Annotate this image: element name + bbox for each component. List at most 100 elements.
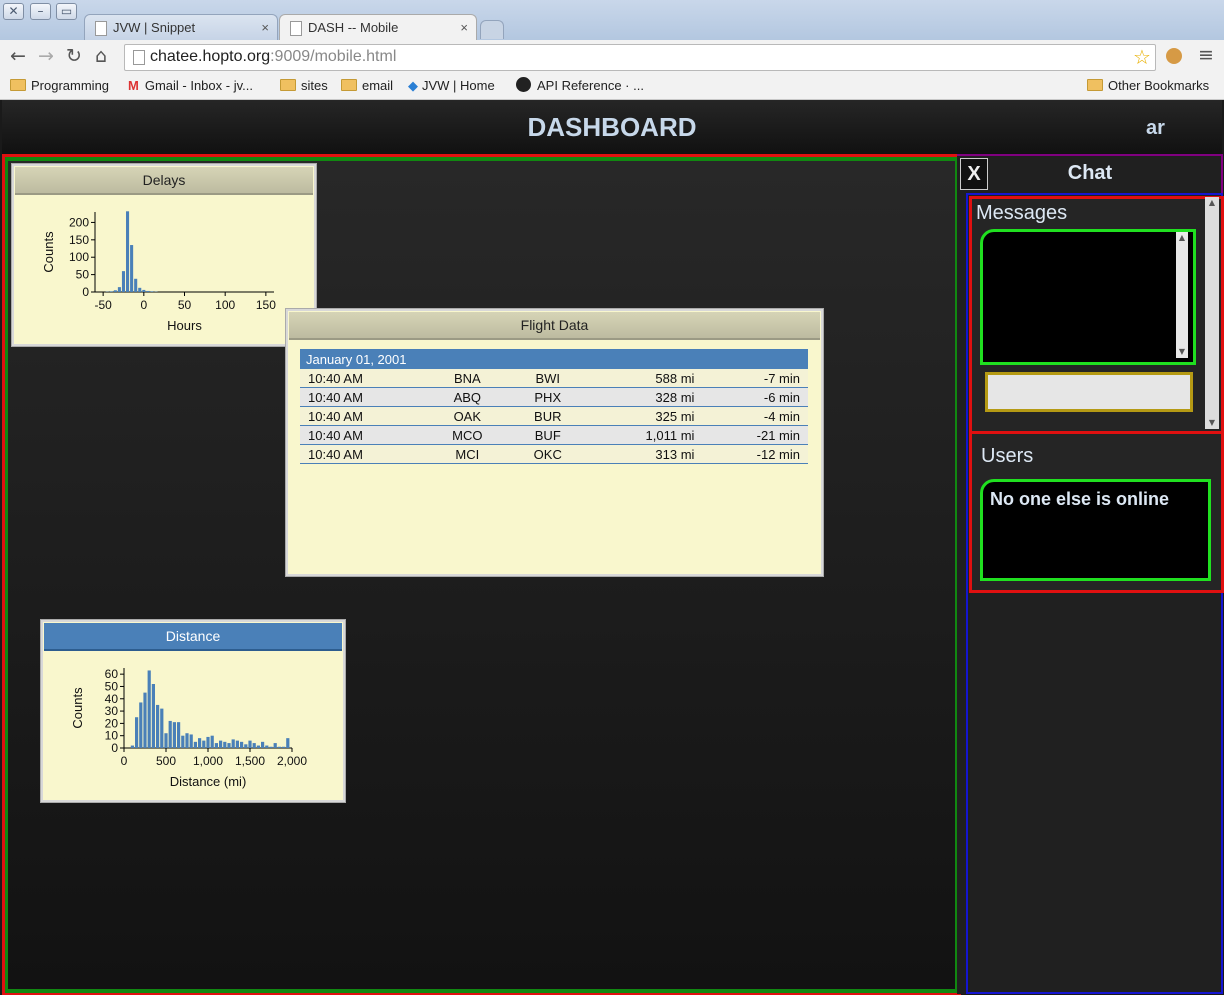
x-tick-label: 150 [256,298,276,312]
page-icon [290,21,302,36]
x-tick-label: 0 [140,298,147,312]
delays-histogram: 0 50 100 150 200 -50 0 50 100 150 Hours Counts [41,211,276,333]
bookmark-programming[interactable]: Programming [10,77,109,95]
histogram-bar [202,740,206,748]
bookmark-sites[interactable]: sites [280,77,328,95]
close-icon[interactable]: × [460,15,468,41]
x-tick-label: 1,500 [235,754,265,768]
y-tick-label: 0 [82,285,89,299]
bookmark-gmail[interactable]: M Gmail - Inbox - jv... [128,77,253,95]
histogram-bar [181,735,185,748]
x-tick-label: 1,000 [193,754,223,768]
reload-icon[interactable]: ↻ [66,45,82,67]
window-minimize-button[interactable]: – [30,3,51,20]
back-arrow-icon[interactable]: ← [10,45,26,67]
cell-distance: 313 mi [587,444,703,464]
bookmark-other[interactable]: Other Bookmarks [1087,77,1209,95]
message-input[interactable] [985,372,1193,412]
url-host: chatee.hopto.org [150,48,271,65]
url-text: chatee.hopto.org:9009/mobile.html [150,48,396,66]
messages-list[interactable] [980,229,1196,365]
home-icon[interactable]: ⌂ [95,45,107,67]
scroll-up-icon[interactable]: ▲ [1176,232,1188,244]
scroll-down-icon[interactable]: ▼ [1206,417,1218,429]
widget-title[interactable]: Distance [44,623,342,651]
histogram-bar [223,741,227,748]
close-icon[interactable]: × [261,15,269,41]
cell-time: 10:40 AM [300,387,427,407]
widget-title[interactable]: Delays [15,167,313,195]
gmail-icon: M [128,78,139,93]
scroll-down-icon[interactable]: ▼ [1176,346,1188,358]
bookmark-email[interactable]: email [341,77,393,95]
histogram-bar [143,692,147,748]
messages-label: Messages [976,202,1068,224]
bookmark-jvw-home[interactable]: ◆ JVW | Home [408,77,495,95]
tab-label: DASH -- Mobile [308,20,399,35]
y-tick-label: 10 [105,729,119,743]
folder-icon [280,79,296,91]
github-icon [516,77,531,92]
axes: 0 50 100 150 200 -50 0 50 100 150 [69,212,276,312]
flight-data-widget[interactable]: Flight Data January 01, 2001 10:40 AM BNA… [285,308,824,577]
delays-widget[interactable]: Delays 0 50 100 150 200 -50 0 50 100 150 Hours Coun… [11,163,317,347]
star-icon[interactable]: ☆ [1133,45,1151,69]
table-row[interactable]: 10:40 AM MCO BUF 1,011 mi -21 min [300,425,808,445]
cell-origin: MCO [426,425,509,445]
distance-histogram: 0102030405060 0 500 1,000 1,500 2,000 Distance… [70,667,307,789]
histogram-bar [150,291,154,292]
bookmark-api-reference[interactable]: API Reference · ... [516,77,644,95]
table-row[interactable]: 10:40 AM BNA BWI 588 mi -7 min [300,369,808,388]
users-label: Users [981,445,1034,467]
table-row[interactable]: 10:40 AM OAK BUR 325 mi -4 min [300,406,808,426]
y-tick-label: 60 [105,667,119,681]
cell-origin: BNA [426,369,509,388]
histogram-bar [219,740,223,748]
cell-distance: 1,011 mi [587,425,703,445]
chat-close-button[interactable]: X [960,158,988,190]
histogram-bar [277,746,281,748]
new-tab-button[interactable] [480,20,504,39]
page-title: DASHBOARD [527,112,697,142]
x-axis-label: Hours [167,318,202,333]
histogram-bar [227,743,231,748]
forward-arrow-icon[interactable]: → [38,45,54,67]
y-tick-label: 150 [69,233,89,247]
histogram-bar [109,291,113,292]
histogram-bar [273,743,277,748]
histogram-bar [130,745,134,748]
tab-jvw-snippet[interactable]: JVW | Snippet × [84,14,278,41]
table-row[interactable]: 10:40 AM MCI OKC 313 mi -12 min [300,444,808,464]
y-tick-label: 40 [105,692,119,706]
chat-scrollbar[interactable]: ▲ ▼ [1205,197,1219,429]
bookmark-label: Programming [31,78,110,93]
x-tick-label: 2,000 [277,754,307,768]
table-row[interactable]: 10:40 AM ABQ PHX 328 mi -6 min [300,387,808,407]
cookie-icon[interactable] [1166,48,1182,64]
address-bar[interactable]: chatee.hopto.org:9009/mobile.html [124,44,1156,71]
bookmark-label: sites [301,78,328,93]
cell-dest: OKC [508,444,588,464]
user-name[interactable]: ar [1146,117,1165,140]
widget-title[interactable]: Flight Data [289,312,820,340]
histogram-bar [189,734,193,748]
cell-dest: BUF [508,425,588,445]
tab-dash-mobile[interactable]: DASH -- Mobile × [279,14,477,41]
cell-delay: -7 min [702,369,808,388]
bookmark-label: Other Bookmarks [1108,78,1210,93]
users-empty-message: No one else is online [990,489,1170,509]
histogram-bar [193,741,197,748]
histogram-bar [113,290,117,292]
window-maximize-button[interactable]: ▭ [56,3,77,20]
histogram-bar [261,741,265,748]
messages-scrollbar[interactable]: ▲ ▼ [1176,232,1188,358]
window-close-button[interactable]: ✕ [3,3,24,20]
tab-label: JVW | Snippet [113,20,196,35]
x-tick-label: 100 [215,298,235,312]
histogram-bar [135,717,139,748]
scroll-up-icon[interactable]: ▲ [1206,197,1218,209]
distance-widget[interactable]: Distance 0 10 20 30 40 50 60 0 500 1,000 1,500 2,00… [40,619,346,803]
menu-icon[interactable]: ≡ [1198,44,1214,66]
jvw-icon: ◆ [408,78,418,93]
histogram-bar [248,740,252,748]
